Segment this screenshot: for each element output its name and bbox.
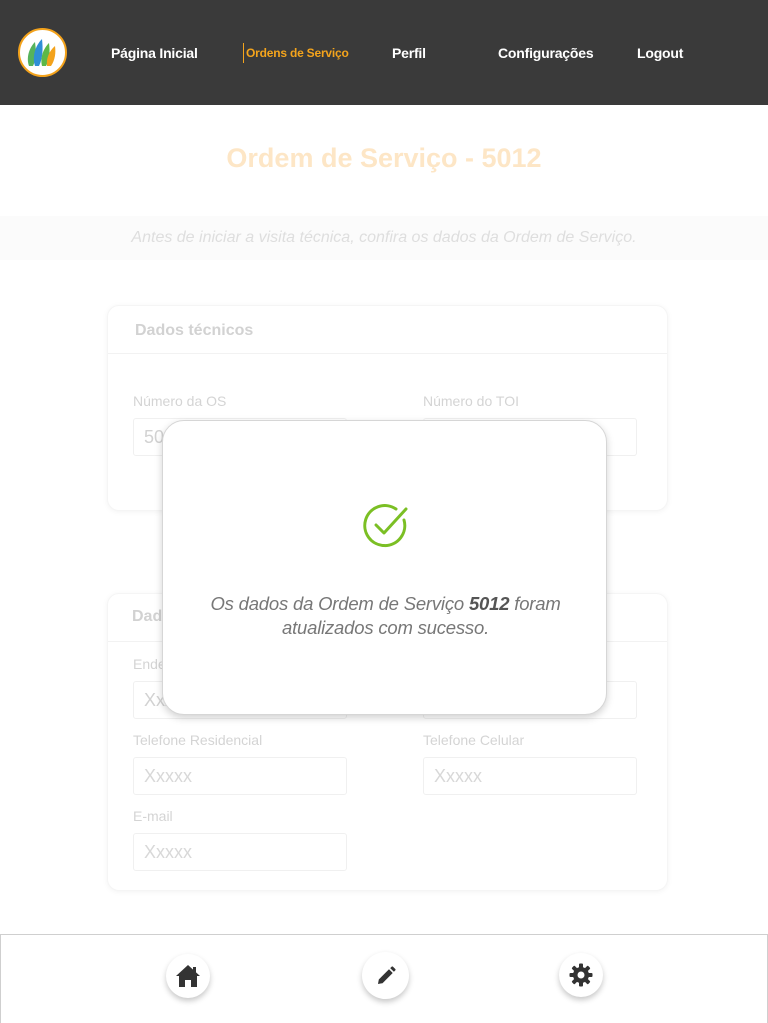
email-input[interactable]	[133, 833, 347, 871]
email-label: E-mail	[133, 808, 173, 824]
gear-icon	[569, 963, 593, 987]
edit-button[interactable]	[362, 952, 409, 999]
pencil-icon	[377, 965, 396, 984]
toi-number-label: Número do TOI	[423, 393, 519, 409]
page-subtitle: Antes de iniciar a visita técnica, confi…	[131, 229, 637, 246]
check-circle-icon	[363, 504, 408, 548]
phone-mobile-label: Telefone Celular	[423, 732, 525, 748]
company-logo[interactable]	[18, 28, 67, 77]
page-title: Ordem de Serviço - 5012	[226, 143, 542, 173]
os-number-highlight: 5012	[468, 593, 510, 614]
nav-configuracoes[interactable]: Configurações	[498, 44, 594, 62]
nav-ordens-de-servico[interactable]: Ordens de Serviço	[243, 43, 349, 63]
leaf-logo-icon	[27, 39, 56, 66]
home-icon	[176, 965, 200, 987]
message-text-before: Os dados da Ordem de Serviço	[210, 593, 464, 614]
nav-perfil[interactable]: Perfil	[392, 44, 426, 62]
top-navigation-bar: Página Inicial Ordens de Serviço Perfil …	[0, 0, 768, 105]
settings-button[interactable]	[559, 953, 603, 997]
nav-pagina-inicial[interactable]: Página Inicial	[111, 44, 198, 62]
card-title: Dados técnicos	[135, 322, 254, 339]
card-header: Dados técnicos	[108, 306, 667, 354]
phone-mobile-input[interactable]	[423, 757, 637, 795]
success-modal[interactable]: Os dados da Ordem de Serviço 5012 foram …	[162, 420, 607, 715]
home-button[interactable]	[166, 954, 210, 998]
os-number-label: Número da OS	[133, 393, 227, 409]
message-text-after: foram	[514, 593, 561, 614]
phone-residential-label: Telefone Residencial	[133, 732, 263, 748]
nav-logout[interactable]: Logout	[637, 44, 683, 62]
message-text-line2: atualizados com sucesso.	[281, 617, 490, 638]
success-message: Os dados da Ordem de Serviço 5012 foram …	[163, 592, 608, 640]
bottom-navigation-bar	[0, 934, 768, 1023]
phone-residential-input[interactable]	[133, 757, 347, 795]
